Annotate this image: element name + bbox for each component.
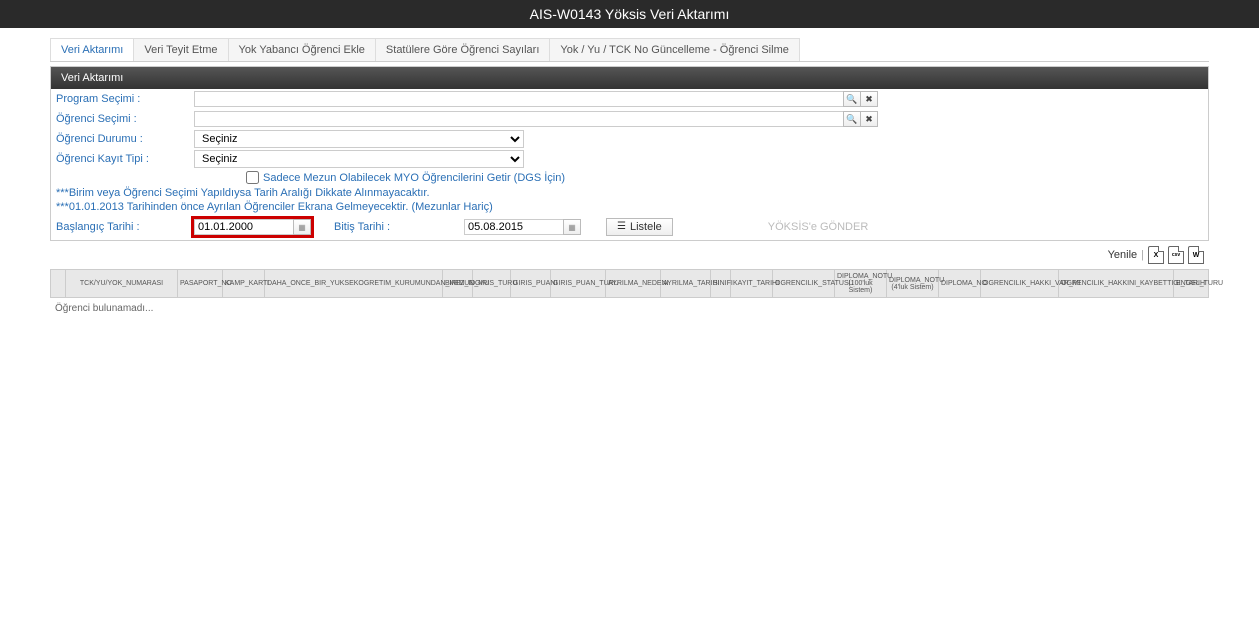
start-date-input[interactable] (194, 219, 294, 235)
start-date-calendar-icon[interactable]: ▦ (293, 219, 311, 235)
tab-veri-aktarimi[interactable]: Veri Aktarımı (50, 38, 134, 61)
row-program: Program Seçimi : 🔍 ✖ (51, 89, 1208, 109)
col-blank (51, 270, 66, 298)
end-date-wrapper: ▦ (464, 219, 581, 235)
col-kamp: KAMP_KARTI (223, 270, 265, 298)
mezun-checkbox[interactable] (246, 171, 259, 184)
program-search-icon[interactable]: 🔍 (843, 91, 861, 107)
note-2: ***01.01.2013 Tarihinden önce Ayrılan Öğ… (51, 200, 1208, 214)
page-container: Veri Aktarımı Veri Teyit Etme Yok Yabanc… (0, 28, 1259, 329)
app-title: AIS-W0143 Yöksis Veri Aktarımı (530, 6, 730, 22)
row-student: Öğrenci Seçimi : 🔍 ✖ (51, 109, 1208, 129)
table-header-row: TCK/YU/YOK_NUMARASI PASAPORT_NO KAMP_KAR… (51, 270, 1209, 298)
export-word-icon[interactable]: W (1188, 246, 1204, 264)
col-birim: BIRIM_ID (443, 270, 473, 298)
col-pasaport: PASAPORT_NO (178, 270, 223, 298)
student-search-icon[interactable]: 🔍 (843, 111, 861, 127)
program-clear-icon[interactable]: ✖ (860, 91, 878, 107)
note-1: ***Birim veya Öğrenci Seçimi Yapıldıysa … (51, 186, 1208, 200)
col-ayrilma-tarihi: AYRILMA_TARIHI (661, 270, 711, 298)
export-csv-icon[interactable]: csv (1168, 246, 1184, 264)
form-section: Program Seçimi : 🔍 ✖ Öğrenci Seçimi : 🔍 … (51, 89, 1208, 240)
tab-yabanci-ogrenci[interactable]: Yok Yabancı Öğrenci Ekle (228, 38, 376, 61)
row-checkbox: Sadece Mezun Olabilecek MYO Öğrencilerin… (51, 169, 1208, 186)
start-date-highlight: ▦ (191, 216, 314, 238)
toolbar-separator: | (1141, 249, 1144, 261)
col-hakki-kaybettigi: OGRENCILIK_HAKKINI_KAYBETTIGI_TARIH (1059, 270, 1174, 298)
export-excel-icon[interactable]: X (1148, 246, 1164, 264)
col-tck: TCK/YU/YOK_NUMARASI (66, 270, 178, 298)
tab-no-guncelleme[interactable]: Yok / Yu / TCK No Güncelleme - Öğrenci S… (549, 38, 799, 61)
tab-veri-teyit[interactable]: Veri Teyit Etme (133, 38, 228, 61)
end-date-calendar-icon[interactable]: ▦ (563, 219, 581, 235)
label-student: Öğrenci Seçimi : (51, 110, 191, 128)
panel-title: Veri Aktarımı (61, 72, 123, 84)
label-start-date: Başlangıç Tarihi : (56, 221, 191, 233)
table-toolbar: Yenile | X csv W (50, 241, 1209, 269)
status-select[interactable]: Seçiniz (194, 130, 524, 148)
no-data-message: Öğrenci bulunamadı... (50, 298, 1209, 319)
list-button[interactable]: ☰ Listele (606, 218, 673, 236)
label-program: Program Seçimi : (51, 90, 191, 108)
col-giris-turu: GIRIS_TURU (473, 270, 511, 298)
col-sinifi: SINIFI (711, 270, 731, 298)
col-diploma-4: DIPLOMA_NOTU (4'luk Sistem) (887, 270, 939, 298)
col-ayrilma-nedeni: AYRILMA_NEDENI (606, 270, 661, 298)
row-dates: Başlangıç Tarihi : ▦ Bitiş Tarihi : ▦ ☰ … (51, 214, 1208, 240)
program-input[interactable] (194, 91, 844, 107)
app-title-bar: AIS-W0143 Yöksis Veri Aktarımı (0, 0, 1259, 28)
student-input[interactable] (194, 111, 844, 127)
tab-statu-sayilari[interactable]: Statülere Göre Öğrenci Sayıları (375, 38, 550, 61)
data-table: TCK/YU/YOK_NUMARASI PASAPORT_NO KAMP_KAR… (50, 269, 1209, 298)
refresh-link[interactable]: Yenile (1108, 249, 1138, 261)
regtype-select[interactable]: Seçiniz (194, 150, 524, 168)
checkbox-label: Sadece Mezun Olabilecek MYO Öğrencilerin… (263, 172, 565, 184)
list-icon: ☰ (617, 222, 626, 232)
label-status: Öğrenci Durumu : (51, 130, 191, 148)
student-clear-icon[interactable]: ✖ (860, 111, 878, 127)
col-giris-puan-turu: GIRIS_PUAN_TURU (551, 270, 606, 298)
row-status: Öğrenci Durumu : Seçiniz (51, 129, 1208, 149)
panel-header: Veri Aktarımı (51, 67, 1208, 89)
tabs-row: Veri Aktarımı Veri Teyit Etme Yok Yabanc… (50, 38, 1209, 62)
col-daha-once: DAHA_ONCE_BIR_YUKSEKOGRETIM_KURUMUNDAN_M… (265, 270, 443, 298)
label-regtype: Öğrenci Kayıt Tipi : (51, 150, 191, 168)
label-end-date: Bitiş Tarihi : (334, 221, 464, 233)
send-yoksis-button: YÖKSİS'e GÖNDER (768, 221, 869, 233)
col-giris-puani: GIRIS_PUANI (511, 270, 551, 298)
col-hakki-var: OGRENCILIK_HAKKI_VAR_MI (981, 270, 1059, 298)
main-panel: Veri Aktarımı Program Seçimi : 🔍 ✖ Öğren… (50, 66, 1209, 241)
col-ogrencilik-statusu: OGRENCILIK_STATUSU (773, 270, 835, 298)
col-kayit-tarihi: KAYIT_TARIHI (731, 270, 773, 298)
col-engel: ENGEL_TURU (1174, 270, 1209, 298)
end-date-input[interactable] (464, 219, 564, 235)
col-diploma-no: DIPLOMA_NO (939, 270, 981, 298)
row-regtype: Öğrenci Kayıt Tipi : Seçiniz (51, 149, 1208, 169)
